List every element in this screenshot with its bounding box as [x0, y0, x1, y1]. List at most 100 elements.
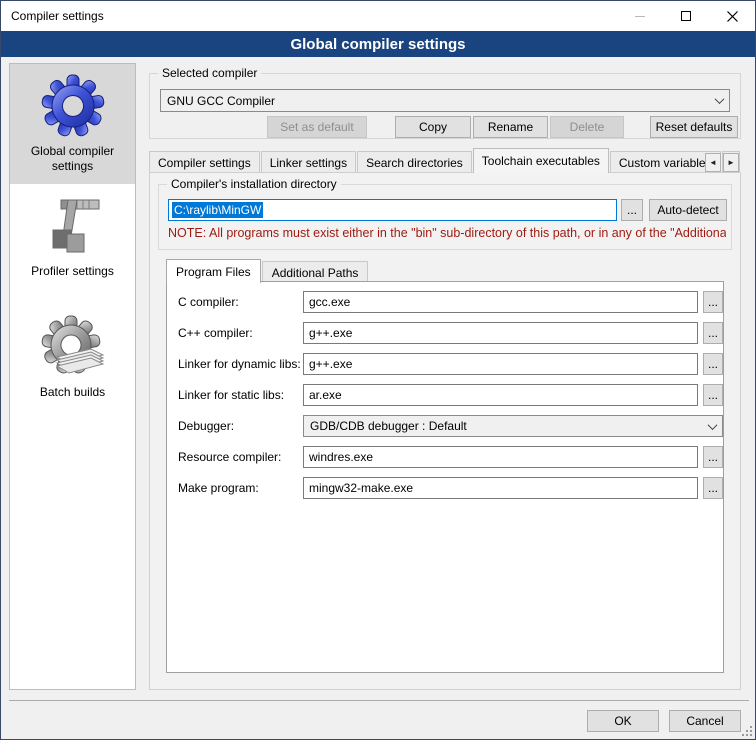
rename-button[interactable]: Rename [473, 116, 548, 138]
rename-label: Rename [488, 120, 533, 134]
browse-ellipsis-label: ... [708, 357, 718, 371]
batch-builds-gear-icon [41, 315, 105, 379]
field-row-c-compiler: C compiler: ... [167, 291, 723, 313]
auto-detect-button[interactable]: Auto-detect [649, 199, 727, 221]
tab-compiler-settings[interactable]: Compiler settings [149, 151, 260, 173]
chevron-down-icon [708, 420, 718, 430]
reset-defaults-button[interactable]: Reset defaults [650, 116, 738, 138]
tab-label: Custom variables [619, 156, 712, 170]
reset-defaults-label: Reset defaults [656, 120, 733, 134]
resource-compiler-browse-button[interactable]: ... [703, 446, 723, 468]
sidebar-item-global-compiler-settings[interactable]: Global compiler settings [10, 64, 135, 184]
field-row-debugger: Debugger: GDB/CDB debugger : Default [167, 415, 723, 437]
tab-scroll-left-icon[interactable]: ◄ [705, 153, 721, 172]
c-compiler-label: C compiler: [178, 295, 239, 309]
install-dir-browse-button[interactable]: ... [621, 199, 643, 221]
compiler-select[interactable]: GNU GCC Compiler [160, 89, 730, 112]
resource-compiler-input[interactable] [303, 446, 698, 468]
static-linker-input[interactable] [303, 384, 698, 406]
tab-search-directories[interactable]: Search directories [357, 151, 472, 173]
minimize-button[interactable] [617, 1, 663, 31]
tab-toolchain-executables[interactable]: Toolchain executables [473, 148, 609, 173]
static-linker-browse-button[interactable]: ... [703, 384, 723, 406]
maximize-icon [681, 11, 691, 21]
subtab-program-files[interactable]: Program Files [166, 259, 261, 283]
debugger-select-value: GDB/CDB debugger : Default [310, 419, 467, 433]
resize-grip[interactable] [742, 726, 752, 736]
field-row-dynamic-linker: Linker for dynamic libs: ... [167, 353, 723, 375]
sidebar-item-label: Profiler settings [31, 264, 114, 279]
static-linker-label: Linker for static libs: [178, 388, 284, 402]
tab-linker-settings[interactable]: Linker settings [261, 151, 356, 173]
cpp-compiler-input[interactable] [303, 322, 698, 344]
make-program-browse-button[interactable]: ... [703, 477, 723, 499]
cpp-compiler-browse-button[interactable]: ... [703, 322, 723, 344]
set-as-default-button[interactable]: Set as default [267, 116, 367, 138]
cpp-compiler-label: C++ compiler: [178, 326, 253, 340]
install-dir-selected-text: C:\raylib\MinGW [172, 202, 263, 218]
auto-detect-label: Auto-detect [657, 203, 718, 217]
c-compiler-input[interactable] [303, 291, 698, 313]
installation-directory-group-label: Compiler's installation directory [167, 177, 341, 191]
cancel-label: Cancel [686, 714, 723, 728]
subtab-label: Additional Paths [272, 266, 359, 280]
field-row-resource-compiler: Resource compiler: ... [167, 446, 723, 468]
browse-ellipsis-label: ... [708, 388, 718, 402]
selected-compiler-group: Selected compiler GNU GCC Compiler Set a… [149, 73, 741, 139]
sidebar-item-batch-builds[interactable]: Batch builds [10, 305, 135, 410]
footer-divider [9, 700, 749, 701]
close-icon [727, 11, 738, 22]
banner-title: Global compiler settings [290, 36, 465, 53]
delete-label: Delete [570, 120, 605, 134]
field-row-cpp-compiler: C++ compiler: ... [167, 322, 723, 344]
field-row-static-linker: Linker for static libs: ... [167, 384, 723, 406]
delete-button[interactable]: Delete [550, 116, 624, 138]
program-files-panel: C compiler: ... C++ compiler: ... Linker… [166, 281, 724, 673]
dialog-banner: Global compiler settings [1, 31, 755, 57]
install-dir-input[interactable]: C:\raylib\MinGW [168, 199, 617, 221]
subtab-additional-paths[interactable]: Additional Paths [262, 261, 369, 283]
cancel-button[interactable]: Cancel [669, 710, 741, 732]
titlebar[interactable]: Compiler settings [1, 1, 755, 31]
minimize-icon [635, 16, 645, 17]
dynamic-linker-label: Linker for dynamic libs: [178, 357, 301, 371]
browse-ellipsis-label: ... [708, 326, 718, 340]
copy-label: Copy [419, 120, 447, 134]
c-compiler-browse-button[interactable]: ... [703, 291, 723, 313]
compiler-settings-window: Compiler settings Global compiler settin… [0, 0, 756, 740]
maximize-button[interactable] [663, 1, 709, 31]
window-title: Compiler settings [1, 9, 104, 23]
caption-buttons [617, 1, 755, 31]
make-program-label: Make program: [178, 481, 259, 495]
installation-directory-group: Compiler's installation directory C:\ray… [158, 184, 732, 250]
field-row-make-program: Make program: ... [167, 477, 723, 499]
resource-compiler-label: Resource compiler: [178, 450, 281, 464]
compiler-select-value: GNU GCC Compiler [167, 94, 275, 108]
tab-label: Compiler settings [158, 156, 251, 170]
make-program-input[interactable] [303, 477, 698, 499]
selected-compiler-group-label: Selected compiler [158, 66, 261, 80]
tab-scroll-buttons: ◄ ► [703, 153, 739, 172]
settings-tabstrip: Compiler settings Linker settings Search… [149, 151, 741, 173]
toolchain-executables-page: Compiler's installation directory C:\ray… [149, 172, 741, 690]
copy-button[interactable]: Copy [395, 116, 471, 138]
tab-label: Toolchain executables [482, 154, 600, 168]
dynamic-linker-input[interactable] [303, 353, 698, 375]
tab-label: Search directories [366, 156, 463, 170]
subtab-label: Program Files [176, 265, 251, 279]
ok-button[interactable]: OK [587, 710, 659, 732]
tab-scroll-right-icon[interactable]: ► [723, 153, 739, 172]
toolchain-subtabs: Program Files Additional Paths [166, 259, 369, 283]
sidebar-item-profiler-settings[interactable]: Profiler settings [10, 184, 135, 289]
debugger-select[interactable]: GDB/CDB debugger : Default [303, 415, 723, 437]
browse-ellipsis-label: ... [708, 295, 718, 309]
blue-gear-icon [41, 74, 105, 138]
close-button[interactable] [709, 1, 755, 31]
install-dir-note: NOTE: All programs must exist either in … [168, 226, 726, 240]
dynamic-linker-browse-button[interactable]: ... [703, 353, 723, 375]
tab-label: Linker settings [270, 156, 347, 170]
sidebar-item-label: Global compiler settings [12, 144, 133, 174]
set-as-default-label: Set as default [280, 120, 353, 134]
ok-label: OK [614, 714, 631, 728]
debugger-label: Debugger: [178, 419, 234, 433]
